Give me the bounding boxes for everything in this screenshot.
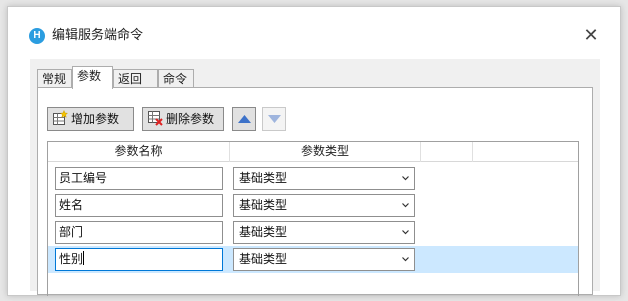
parameter-type-select[interactable]: 基础类型 <box>233 167 415 190</box>
add-parameter-icon <box>52 109 69 126</box>
delete-parameter-label: 删除参数 <box>166 112 215 126</box>
triangle-up-icon <box>238 115 251 123</box>
delete-parameter-icon <box>147 110 163 126</box>
table-row[interactable]: 员工编号 基础类型 <box>48 165 578 192</box>
column-header-parameter-name: 参数名称 <box>48 142 230 162</box>
table-row[interactable]: 姓名 基础类型 <box>48 192 578 219</box>
tab-return-value[interactable]: 返回值 <box>113 69 158 104</box>
table-row[interactable]: 部门 基础类型 <box>48 219 578 246</box>
parameter-type-select[interactable]: 基础类型 <box>233 194 415 217</box>
move-down-button[interactable] <box>262 107 286 131</box>
parameter-type-value: 基础类型 <box>239 252 288 266</box>
table-row-selected[interactable]: 性别 基础类型 <box>48 246 578 273</box>
dialog-client-area: 常规 参数 返回值 命令 增加参数 <box>30 59 600 296</box>
parameter-type-value: 基础类型 <box>239 171 288 185</box>
tab-parameters[interactable]: 参数 <box>72 66 113 89</box>
app-logo-icon: H <box>29 28 45 44</box>
parameter-name-input[interactable]: 性别 <box>55 248 223 271</box>
add-parameter-button[interactable]: 增加参数 <box>47 107 134 131</box>
parameter-name-input[interactable]: 部门 <box>55 221 223 244</box>
dialog-title: 编辑服务端命令 <box>52 28 144 43</box>
parameter-type-select[interactable]: 基础类型 <box>233 221 415 244</box>
parameters-panel: 增加参数 删除参数 参数名称 参数类型 员工编号 基础类型 姓名 基础类型 部门… <box>37 87 593 296</box>
parameter-name-input[interactable]: 员工编号 <box>55 167 223 190</box>
grid-header: 参数名称 参数类型 <box>48 142 578 162</box>
tab-command[interactable]: 命令 <box>158 69 194 88</box>
close-button[interactable]: ✕ <box>580 25 602 47</box>
parameter-type-value: 基础类型 <box>239 225 288 239</box>
parameter-name-input[interactable]: 姓名 <box>55 194 223 217</box>
delete-parameter-button[interactable]: 删除参数 <box>142 107 224 131</box>
edit-server-command-dialog: H 编辑服务端命令 ✕ 常规 参数 返回值 命令 <box>7 6 621 296</box>
column-header-parameter-type: 参数类型 <box>230 142 421 162</box>
text-caret <box>83 251 85 265</box>
parameter-type-value: 基础类型 <box>239 198 288 212</box>
title-bar: H 编辑服务端命令 ✕ <box>8 7 620 59</box>
parameter-type-select[interactable]: 基础类型 <box>233 248 415 271</box>
column-header-empty <box>473 142 578 162</box>
column-header-empty <box>421 142 473 162</box>
parameters-grid: 参数名称 参数类型 员工编号 基础类型 姓名 基础类型 部门 基础类型 性别 基… <box>47 141 579 296</box>
chevron-down-icon <box>402 176 409 181</box>
add-parameter-label: 增加参数 <box>71 112 120 126</box>
triangle-down-icon <box>268 115 281 123</box>
tab-general[interactable]: 常规 <box>37 69 72 88</box>
chevron-down-icon <box>402 257 409 262</box>
move-up-button[interactable] <box>232 107 256 131</box>
parameter-name-value: 性别 <box>59 252 84 266</box>
chevron-down-icon <box>402 203 409 208</box>
chevron-down-icon <box>402 230 409 235</box>
